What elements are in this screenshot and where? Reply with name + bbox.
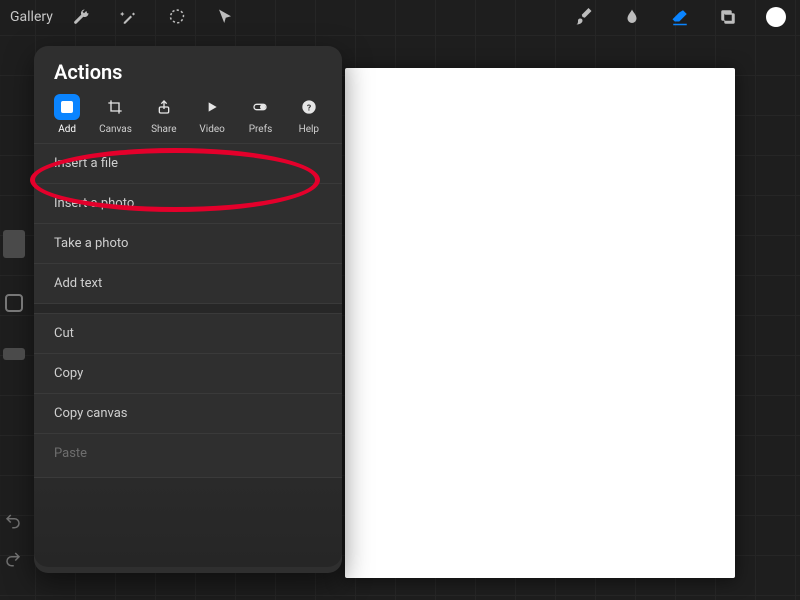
- tab-add[interactable]: Add: [48, 94, 86, 135]
- drawing-canvas[interactable]: [345, 68, 735, 578]
- tab-video[interactable]: Video: [193, 94, 231, 135]
- menu-add-text[interactable]: Add text: [34, 263, 342, 303]
- svg-text:?: ?: [307, 103, 311, 113]
- menu-copy-canvas[interactable]: Copy canvas: [34, 393, 342, 433]
- tab-canvas[interactable]: Canvas: [96, 94, 134, 135]
- layers-icon[interactable]: [718, 7, 738, 27]
- help-icon: ?: [296, 94, 322, 120]
- tab-label: Video: [199, 124, 224, 135]
- tab-share[interactable]: Share: [145, 94, 183, 135]
- tab-label: Help: [299, 124, 319, 135]
- wrench-icon[interactable]: [71, 7, 91, 27]
- left-rail: [0, 230, 28, 530]
- panel-footer: [34, 477, 342, 567]
- menu-insert-file[interactable]: Insert a file: [34, 143, 342, 183]
- top-right-icons: [574, 7, 786, 27]
- menu-cut[interactable]: Cut: [34, 313, 342, 353]
- tab-label: Add: [58, 124, 76, 135]
- menu-paste: Paste: [34, 433, 342, 473]
- top-left-icons: [71, 7, 235, 27]
- slider-handle-bottom[interactable]: [3, 348, 25, 360]
- cursor-arrow-icon[interactable]: [215, 7, 235, 27]
- gallery-button[interactable]: Gallery: [10, 9, 53, 25]
- selection-icon[interactable]: [167, 7, 187, 27]
- plus-square-icon: [54, 94, 80, 120]
- actions-menu: Insert a file Insert a photo Take a phot…: [34, 143, 342, 473]
- tab-label: Canvas: [99, 124, 132, 135]
- undo-redo-group: [4, 512, 24, 570]
- color-swatch[interactable]: [766, 7, 786, 27]
- play-icon: [199, 94, 225, 120]
- tab-label: Prefs: [249, 124, 273, 135]
- toggle-icon: [247, 94, 273, 120]
- crop-icon: [102, 94, 128, 120]
- tab-help[interactable]: ? Help: [290, 94, 328, 135]
- menu-copy[interactable]: Copy: [34, 353, 342, 393]
- menu-insert-photo[interactable]: Insert a photo: [34, 183, 342, 223]
- redo-icon[interactable]: [4, 550, 24, 570]
- menu-take-photo[interactable]: Take a photo: [34, 223, 342, 263]
- eraser-icon[interactable]: [670, 7, 690, 27]
- actions-tabs: Add Canvas Share Video Prefs: [34, 94, 342, 143]
- actions-panel: Actions Add Canvas Share Video: [34, 46, 342, 573]
- modify-square[interactable]: [5, 294, 23, 312]
- undo-icon[interactable]: [4, 512, 24, 532]
- top-toolbar: Gallery: [0, 0, 800, 34]
- share-icon: [151, 94, 177, 120]
- brush-icon[interactable]: [574, 7, 594, 27]
- smudge-icon[interactable]: [622, 7, 642, 27]
- tab-prefs[interactable]: Prefs: [241, 94, 279, 135]
- menu-separator: [34, 303, 342, 313]
- slider-handle-top[interactable]: [3, 230, 25, 258]
- panel-title: Actions: [34, 60, 342, 94]
- tab-label: Share: [151, 124, 176, 135]
- wand-icon[interactable]: [119, 7, 139, 27]
